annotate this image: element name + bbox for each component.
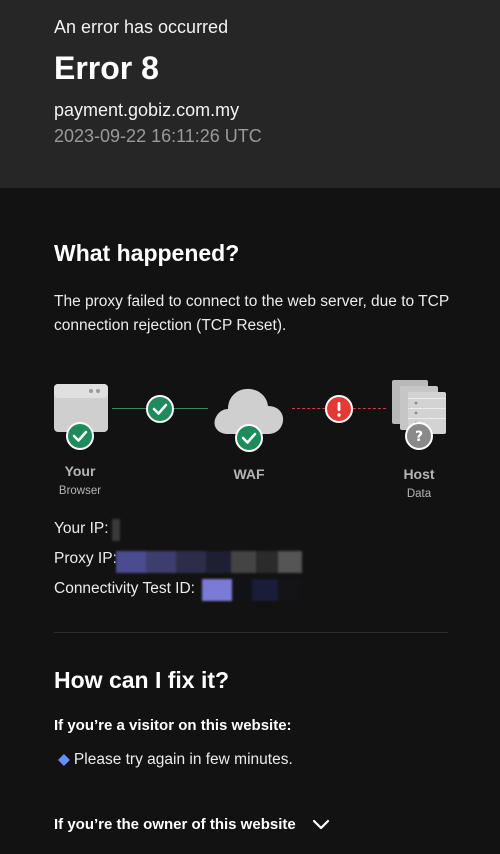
error-host: payment.gobiz.com.my [54, 100, 240, 120]
connection-diagram: ? Your Browser WAF Host Data [0, 370, 500, 510]
link-ok-icon [146, 395, 174, 423]
host-status-unknown-icon: ? [405, 422, 433, 450]
visitor-tip: ◆ Please try again in few minutes. [58, 750, 293, 769]
your-ip-redacted [112, 519, 120, 541]
node-label-host: Host [403, 466, 435, 482]
node-label-waf: WAF [233, 466, 265, 482]
diamond-bullet-icon: ◆ [58, 751, 70, 768]
your-ip-label: Your IP: [54, 520, 109, 537]
error-code: Error 8 [54, 50, 159, 86]
visitor-heading: If you’re a visitor on this website: [54, 717, 292, 734]
what-happened-description: The proxy failed to connect to the web s… [54, 293, 449, 334]
proxy-ip-label: Proxy IP: [54, 550, 117, 567]
how-to-fix-title: How can I fix it? [54, 667, 230, 693]
browser-status-ok-icon [66, 422, 94, 450]
error-header: An error has occurred Error 8 payment.go… [0, 0, 500, 188]
connectivity-test-id-label: Connectivity Test ID: [54, 580, 195, 597]
error-subtitle: An error has occurred [54, 17, 229, 37]
owner-heading: If you’re the owner of this website [54, 816, 296, 833]
proxy-ip-redacted [116, 551, 302, 573]
node-sub-host: Data [406, 488, 432, 500]
svg-text:?: ? [415, 429, 423, 445]
owner-section-toggle[interactable]: If you’re the owner of this website [54, 816, 330, 833]
chevron-down-icon [312, 819, 329, 830]
what-happened-title: What happened? [54, 240, 240, 266]
section-divider [54, 632, 448, 633]
error-timestamp: 2023-09-22 16:11:26 UTC [54, 126, 262, 146]
node-sub-browser: Browser [58, 485, 102, 497]
visitor-tip-text: Please try again in few minutes. [73, 751, 293, 768]
node-label-browser: Your [64, 463, 96, 479]
connectivity-test-id-redacted [202, 579, 302, 601]
waf-status-ok-icon [235, 424, 263, 452]
link-error-icon [325, 395, 353, 423]
